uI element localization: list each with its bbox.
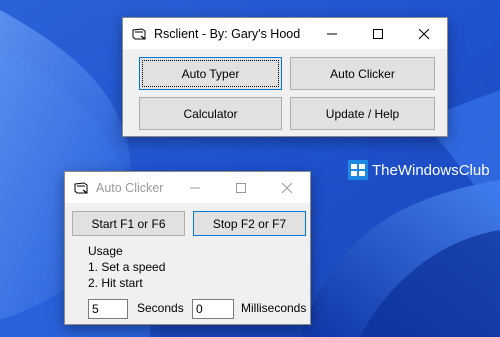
thewindowsclub-logo-icon xyxy=(348,160,368,180)
stop-label: Stop F2 or F7 xyxy=(212,216,287,231)
milliseconds-label: Milliseconds xyxy=(241,301,307,315)
clicker-window-title: Auto Clicker xyxy=(96,180,164,195)
maximize-icon xyxy=(236,182,246,193)
clicker-titlebar[interactable]: Auto Clicker xyxy=(65,172,310,203)
close-button[interactable] xyxy=(401,18,447,49)
close-icon xyxy=(282,182,292,193)
app-window-icon xyxy=(74,181,88,193)
seconds-input[interactable] xyxy=(88,299,128,319)
minimize-icon xyxy=(190,187,200,188)
focus-rectangle xyxy=(142,60,279,87)
maximize-button[interactable] xyxy=(355,18,401,49)
milliseconds-input[interactable] xyxy=(192,299,234,319)
auto-typer-button[interactable]: Auto Typer xyxy=(139,57,282,90)
calculator-button[interactable]: Calculator xyxy=(139,97,282,130)
start-button[interactable]: Start F1 or F6 xyxy=(72,211,185,236)
usage-step-1: 1. Set a speed xyxy=(88,260,166,274)
update-help-button[interactable]: Update / Help xyxy=(290,97,435,130)
maximize-button[interactable] xyxy=(218,172,264,203)
brand-watermark: TheWindowsClub xyxy=(348,160,490,180)
minimize-button[interactable] xyxy=(309,18,355,49)
close-icon xyxy=(419,28,429,39)
close-button[interactable] xyxy=(264,172,310,203)
auto-clicker-label: Auto Clicker xyxy=(330,66,395,81)
calculator-label: Calculator xyxy=(183,106,238,121)
auto-clicker-window: Auto Clicker Start F1 or F6 Stop F2 or F… xyxy=(64,171,311,325)
usage-step-2: 2. Hit start xyxy=(88,276,143,290)
minimize-icon xyxy=(327,33,337,34)
start-label: Start F1 or F6 xyxy=(91,216,166,231)
usage-heading: Usage xyxy=(88,244,123,258)
watermark-text: TheWindowsClub xyxy=(372,161,490,179)
maximize-icon xyxy=(373,28,383,39)
stop-button[interactable]: Stop F2 or F7 xyxy=(193,211,306,236)
update-help-label: Update / Help xyxy=(325,106,400,121)
app-window-icon xyxy=(132,27,146,39)
main-titlebar[interactable]: Rsclient - By: Gary's Hood xyxy=(123,18,447,49)
main-window-title: Rsclient - By: Gary's Hood xyxy=(154,26,301,41)
rsclient-window: Rsclient - By: Gary's Hood Auto Typer Au… xyxy=(122,17,448,137)
minimize-button[interactable] xyxy=(172,172,218,203)
seconds-label: Seconds xyxy=(137,301,184,315)
auto-clicker-button[interactable]: Auto Clicker xyxy=(290,57,435,90)
